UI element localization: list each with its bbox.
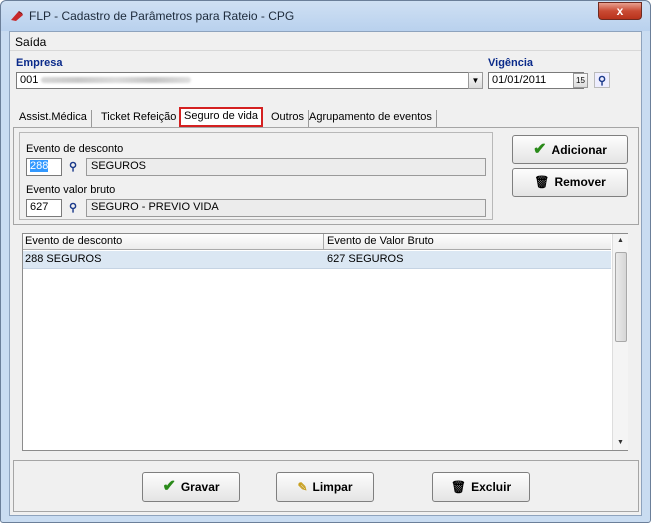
adicionar-button[interactable]: ✔ Adicionar (512, 135, 628, 164)
trash-icon: 🗑 (450, 480, 467, 494)
app-icon (11, 11, 23, 21)
vigencia-value: 01/01/2011 (492, 74, 547, 86)
menu-bar: Saída (10, 32, 641, 51)
limpar-button[interactable]: ✎ Limpar (276, 472, 374, 502)
tab-ticket-refeicao[interactable]: Ticket Refeição (97, 110, 182, 127)
empresa-dropdown-button[interactable]: ▼ (468, 72, 483, 89)
tab-seguro-de-vida[interactable]: Seguro de vida (179, 107, 263, 127)
calendar-button[interactable]: 15 (573, 73, 588, 88)
vigencia-search-button[interactable]: ⚲ (594, 72, 610, 88)
menu-saida[interactable]: Saída (15, 35, 46, 49)
vigencia-date-field[interactable]: 01/01/2011 (488, 72, 584, 89)
check-icon: ✔ (533, 141, 547, 158)
remover-label: Remover (554, 175, 606, 189)
desconto-label: Evento de desconto (26, 143, 124, 155)
binoculars-icon: ⚲ (68, 202, 78, 214)
bruto-search-button[interactable]: ⚲ (65, 200, 81, 216)
empresa-value: 001 (20, 74, 39, 86)
desconto-desc-field: SEGUROS (86, 158, 486, 176)
tab-assist-medica[interactable]: Assist.Médica (15, 110, 92, 127)
column-divider[interactable] (323, 234, 324, 250)
excluir-button[interactable]: 🗑 Excluir (432, 472, 530, 502)
excluir-label: Excluir (471, 480, 512, 494)
binoculars-icon: ⚲ (68, 161, 78, 173)
main-window: FLP - Cadastro de Parâmetros para Rateio… (0, 0, 651, 523)
row-valor-bruto: 627 SEGUROS (327, 253, 404, 265)
limpar-label: Limpar (312, 480, 353, 494)
gravar-button[interactable]: ✔ Gravar (142, 472, 240, 502)
empresa-name-redacted (41, 77, 191, 83)
grid-header-valor-bruto[interactable]: Evento de Valor Bruto (325, 235, 434, 247)
tab-agrupamento-de-eventos[interactable]: Agrupamento de eventos (305, 110, 437, 127)
vigencia-label: Vigência (488, 57, 534, 69)
grid-scrollbar[interactable]: ▲ ▼ (612, 234, 628, 450)
desconto-code-value: 288 (30, 160, 49, 172)
trash-icon: 🗑 (534, 175, 550, 189)
bruto-desc-field: SEGURO - PREVIO VIDA (86, 199, 486, 217)
desconto-desc-value: SEGUROS (91, 160, 147, 172)
bruto-code-input[interactable]: 627 (26, 199, 62, 217)
tab-outros[interactable]: Outros (267, 110, 310, 127)
bruto-label: Evento valor bruto (26, 184, 116, 196)
grid-header: Evento de desconto Evento de Valor Bruto (23, 234, 611, 250)
scroll-down-icon[interactable]: ▼ (617, 439, 624, 446)
empresa-label: Empresa (16, 57, 63, 69)
bruto-desc-value: SEGURO - PREVIO VIDA (91, 201, 219, 213)
eventos-grid: Evento de desconto Evento de Valor Bruto… (22, 233, 628, 451)
window-title: FLP - Cadastro de Parâmetros para Rateio… (29, 9, 295, 23)
chevron-down-icon: ▼ (471, 76, 480, 85)
binoculars-icon: ⚲ (597, 75, 607, 87)
close-button[interactable]: x (598, 2, 642, 20)
desconto-code-input[interactable]: 288 (26, 158, 62, 176)
close-icon: x (616, 4, 624, 18)
client-area: Saída Empresa 001 ▼ Vigência 01/01/2011 … (9, 31, 642, 516)
gravar-label: Gravar (180, 480, 220, 494)
title-bar[interactable]: FLP - Cadastro de Parâmetros para Rateio… (1, 1, 650, 31)
adicionar-label: Adicionar (551, 143, 607, 157)
scroll-up-icon[interactable]: ▲ (617, 237, 624, 244)
bruto-code-value: 627 (30, 201, 49, 213)
empresa-select[interactable]: 001 (16, 72, 476, 89)
grid-header-desconto[interactable]: Evento de desconto (23, 235, 122, 247)
scroll-thumb[interactable] (615, 252, 627, 342)
calendar-icon: 15 (576, 76, 585, 85)
eraser-icon: ✎ (297, 480, 308, 494)
row-desconto: 288 SEGUROS (25, 253, 102, 265)
check-icon: ✔ (162, 478, 176, 495)
desconto-search-button[interactable]: ⚲ (65, 159, 81, 175)
table-row[interactable]: 288 SEGUROS 627 SEGUROS (23, 251, 611, 269)
remover-button[interactable]: 🗑 Remover (512, 168, 628, 197)
